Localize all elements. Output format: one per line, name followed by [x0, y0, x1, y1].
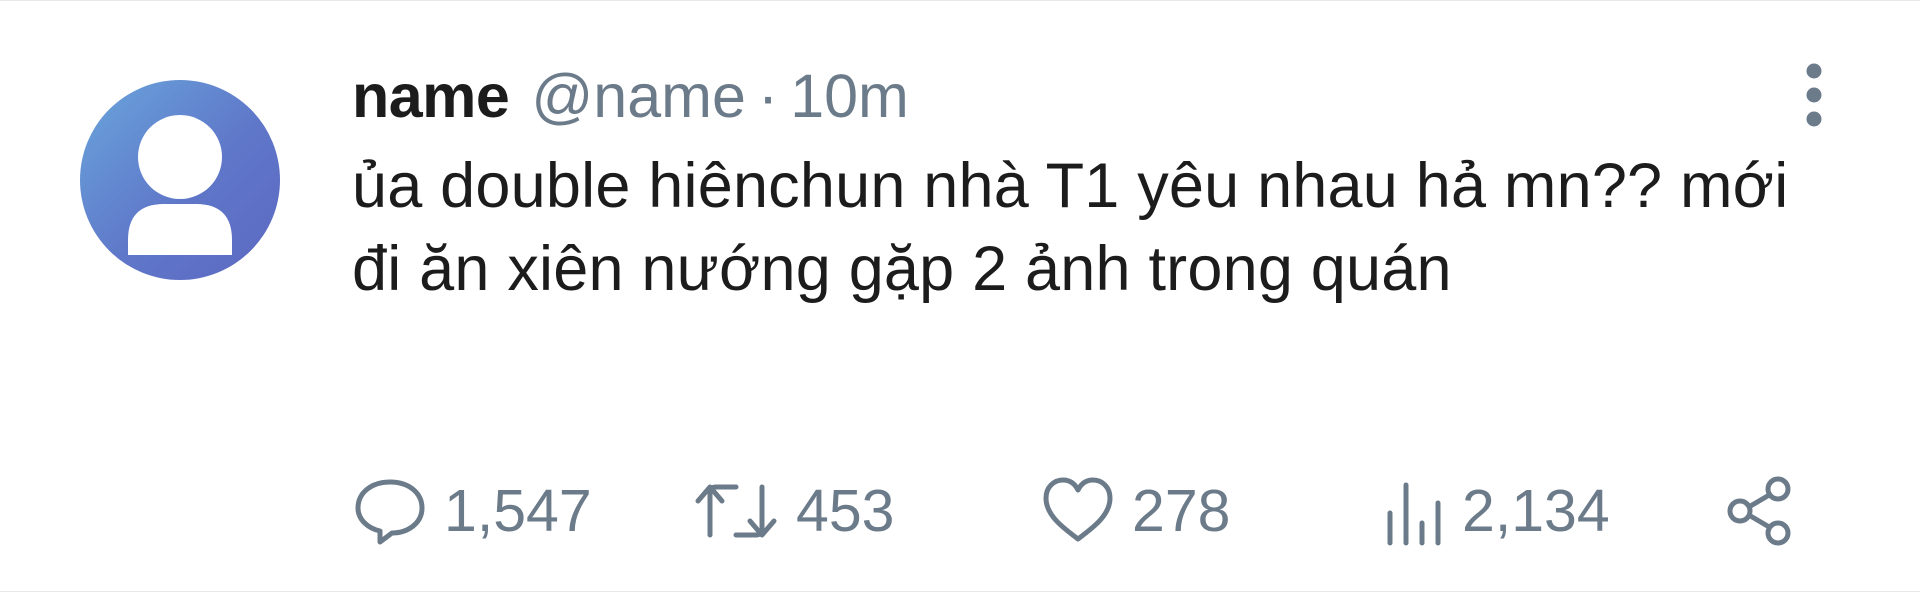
share-icon — [1727, 476, 1791, 546]
share-button[interactable] — [1722, 471, 1798, 551]
tweet-card[interactable]: name @name · 10m ủa double hiênchun nhà … — [0, 0, 1920, 592]
separator-dot: · — [757, 62, 779, 130]
default-user-avatar-icon — [128, 115, 232, 255]
bar-chart-icon — [1387, 482, 1441, 546]
display-name[interactable]: name — [352, 61, 510, 131]
tweet-actions: 1,547 453 278 2,134 — [352, 471, 1812, 551]
like-count: 278 — [1132, 478, 1231, 544]
like-button[interactable]: 278 — [1040, 471, 1230, 551]
more-vertical-icon — [1806, 63, 1822, 127]
retweet-button[interactable]: 453 — [692, 471, 894, 551]
retweet-count: 453 — [796, 478, 895, 544]
reply-button[interactable]: 1,547 — [352, 471, 592, 551]
avatar[interactable] — [80, 80, 280, 280]
tweet-header: name @name · 10m — [352, 61, 909, 131]
heart-icon — [1043, 477, 1113, 542]
reply-count: 1,547 — [444, 478, 592, 544]
tweet-timestamp[interactable]: 10m — [790, 61, 909, 131]
user-handle[interactable]: @name — [531, 61, 746, 131]
more-options-button[interactable] — [1796, 63, 1832, 127]
view-count: 2,134 — [1462, 478, 1610, 544]
tweet-text: ủa double hiênchun nhà T1 yêu nhau hả mn… — [352, 151, 1789, 304]
views-button[interactable]: 2,134 — [1382, 471, 1610, 551]
reply-bubble-icon — [355, 479, 425, 545]
retweet-icon — [695, 484, 777, 538]
